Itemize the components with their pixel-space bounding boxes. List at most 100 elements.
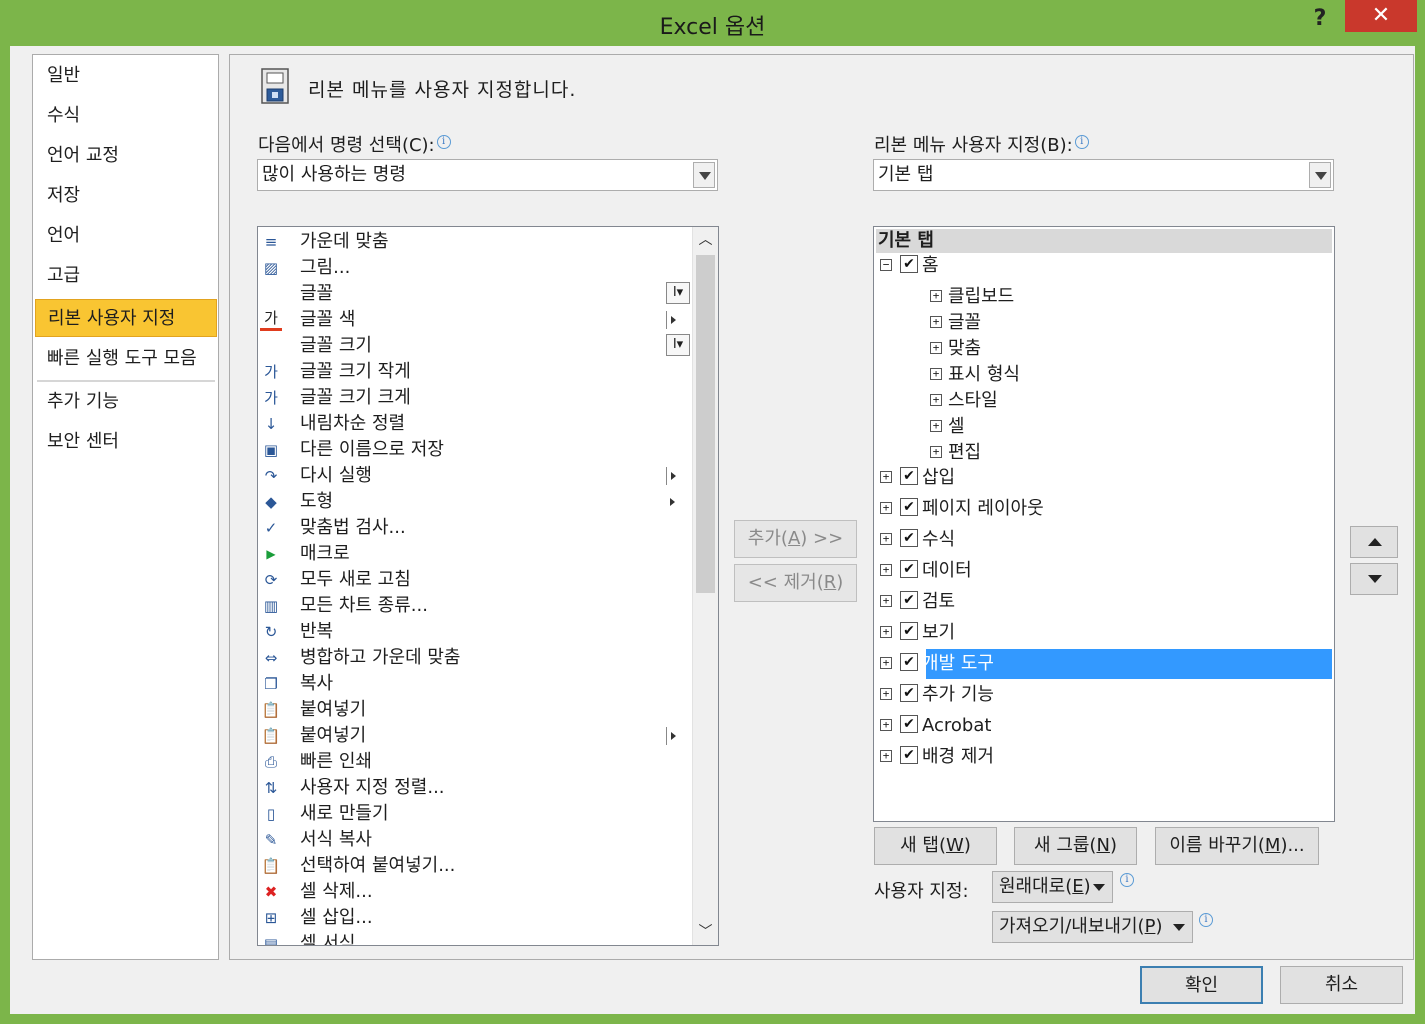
- help-button[interactable]: ?: [1305, 6, 1335, 31]
- checkbox[interactable]: ✔: [900, 746, 918, 764]
- command-item[interactable]: ✖ 셀 삭제...: [258, 879, 690, 905]
- expand-icon[interactable]: +: [930, 394, 942, 406]
- tree-tab[interactable]: + ✔ 개발 도구: [874, 649, 1332, 679]
- expand-icon[interactable]: +: [930, 342, 942, 354]
- command-item[interactable]: ✓ 맞춤법 검사...: [258, 515, 690, 541]
- nav-item-quick-access-toolbar[interactable]: 빠른 실행 도구 모음: [35, 340, 217, 378]
- checkbox[interactable]: ✔: [900, 560, 918, 578]
- checkbox[interactable]: ✔: [900, 498, 918, 516]
- collapse-icon[interactable]: −: [880, 259, 892, 271]
- command-item[interactable]: ⇅ 사용자 지정 정렬...: [258, 775, 690, 801]
- command-item[interactable]: 글꼴 I▾: [258, 281, 690, 307]
- nav-item-advanced[interactable]: 고급: [35, 257, 217, 295]
- tree-tab-home[interactable]: − ✔ 홈: [874, 251, 1332, 281]
- command-item[interactable]: 가 글꼴 색: [258, 307, 690, 333]
- expand-icon[interactable]: +: [880, 719, 892, 731]
- checkbox[interactable]: ✔: [900, 591, 918, 609]
- ribbon-tabs-tree[interactable]: 기본 탭 − ✔ 홈 + 클립보드 + 글꼴 + 맞춤 + 표시 형식 + 스타일 + 셀 + 편집 + ✔ 삽입 + ✔…: [873, 226, 1335, 822]
- command-item[interactable]: ❐ 복사: [258, 671, 690, 697]
- move-down-button[interactable]: [1350, 563, 1398, 595]
- new-group-button[interactable]: 새 그룹(N): [1014, 827, 1137, 865]
- command-item[interactable]: ⇔ 병합하고 가운데 맞춤: [258, 645, 690, 671]
- checkbox[interactable]: ✔: [900, 622, 918, 640]
- command-item[interactable]: ◆ 도형: [258, 489, 690, 515]
- command-item[interactable]: 📋 붙여넣기: [258, 697, 690, 723]
- command-item[interactable]: 📋 붙여넣기: [258, 723, 690, 749]
- tree-tab[interactable]: + ✔ 배경 제거: [874, 742, 1332, 772]
- checkbox[interactable]: ✔: [900, 715, 918, 733]
- info-icon[interactable]: i: [1120, 873, 1134, 887]
- info-icon[interactable]: i: [436, 135, 451, 149]
- nav-item-save[interactable]: 저장: [35, 177, 217, 215]
- checkbox[interactable]: ✔: [900, 255, 918, 273]
- tree-tab[interactable]: + ✔ 수식: [874, 525, 1332, 555]
- nav-item-proofing[interactable]: 언어 교정: [35, 137, 217, 175]
- nav-item-formulas[interactable]: 수식: [35, 97, 217, 135]
- info-icon[interactable]: i: [1074, 135, 1089, 149]
- add-button[interactable]: 추가(A) >>: [734, 520, 857, 558]
- command-item[interactable]: ≡ 가운데 맞춤: [258, 229, 690, 255]
- move-up-button[interactable]: [1350, 526, 1398, 558]
- expand-icon[interactable]: +: [930, 446, 942, 458]
- expand-icon[interactable]: +: [930, 316, 942, 328]
- checkbox[interactable]: ✔: [900, 653, 918, 671]
- nav-item-add-ins[interactable]: 추가 기능: [35, 383, 217, 421]
- tree-tab[interactable]: + ✔ 추가 기능: [874, 680, 1332, 710]
- expand-icon[interactable]: +: [880, 657, 892, 669]
- expand-icon[interactable]: +: [930, 420, 942, 432]
- choose-commands-combo[interactable]: 많이 사용하는 명령: [257, 159, 718, 191]
- expand-icon[interactable]: +: [880, 750, 892, 762]
- tree-tab[interactable]: + ✔ 보기: [874, 618, 1332, 648]
- chevron-down-icon[interactable]: [1309, 162, 1331, 188]
- expand-icon[interactable]: +: [880, 533, 892, 545]
- checkbox[interactable]: ✔: [900, 467, 918, 485]
- command-item[interactable]: ▶ 매크로: [258, 541, 690, 567]
- cancel-button[interactable]: 취소: [1280, 966, 1403, 1004]
- import-export-dropdown[interactable]: 가져오기/내보내기(P): [992, 911, 1193, 943]
- scroll-thumb[interactable]: [696, 255, 715, 593]
- nav-item-trust-center[interactable]: 보안 센터: [35, 423, 217, 461]
- nav-item-general[interactable]: 일반: [35, 57, 217, 95]
- customize-ribbon-combo[interactable]: 기본 탭: [873, 159, 1334, 191]
- expand-icon[interactable]: +: [930, 290, 942, 302]
- nav-item-customize-ribbon[interactable]: 리본 사용자 지정: [35, 299, 217, 337]
- command-item[interactable]: ▨ 그림...: [258, 255, 690, 281]
- ok-button[interactable]: 확인: [1140, 966, 1263, 1004]
- commands-list[interactable]: ≡ 가운데 맞춤 ▨ 그림... 글꼴 I▾ 가 글꼴 색 글꼴 크기 I▾ 가 글꼴 크기 작게 가 글…: [257, 226, 719, 946]
- command-item[interactable]: ▤ 셀 서식...: [258, 931, 690, 945]
- expand-icon[interactable]: +: [880, 688, 892, 700]
- nav-item-language[interactable]: 언어: [35, 217, 217, 255]
- rename-button[interactable]: 이름 바꾸기(M)...: [1155, 827, 1319, 865]
- scroll-up-icon[interactable]: ︿: [693, 227, 718, 253]
- command-item[interactable]: ↻ 반복: [258, 619, 690, 645]
- command-item[interactable]: ▣ 다른 이름으로 저장: [258, 437, 690, 463]
- command-item[interactable]: ▥ 모든 차트 종류...: [258, 593, 690, 619]
- command-item[interactable]: 가 글꼴 크기 작게: [258, 359, 690, 385]
- remove-button[interactable]: << 제거(R): [734, 564, 857, 602]
- expand-icon[interactable]: +: [880, 626, 892, 638]
- command-item[interactable]: ✎ 서식 복사: [258, 827, 690, 853]
- expand-icon[interactable]: +: [880, 564, 892, 576]
- expand-icon[interactable]: +: [930, 368, 942, 380]
- commands-scrollbar[interactable]: ︿ ﹀: [692, 227, 718, 945]
- command-item[interactable]: ↓ 내림차순 정렬: [258, 411, 690, 437]
- reset-dropdown[interactable]: 원래대로(E): [992, 871, 1113, 903]
- command-item[interactable]: 글꼴 크기 I▾: [258, 333, 690, 359]
- expand-icon[interactable]: +: [880, 502, 892, 514]
- tree-tab[interactable]: + ✔ 페이지 레이아웃: [874, 494, 1332, 524]
- command-item[interactable]: ↷ 다시 실행: [258, 463, 690, 489]
- command-item[interactable]: ⟳ 모두 새로 고침: [258, 567, 690, 593]
- command-item[interactable]: ⊞ 셀 삽입...: [258, 905, 690, 931]
- command-item[interactable]: 가 글꼴 크기 크게: [258, 385, 690, 411]
- scroll-down-icon[interactable]: ﹀: [693, 919, 718, 945]
- checkbox[interactable]: ✔: [900, 684, 918, 702]
- new-tab-button[interactable]: 새 탭(W): [874, 827, 997, 865]
- info-icon[interactable]: i: [1199, 913, 1213, 927]
- tree-tab[interactable]: + ✔ 검토: [874, 587, 1332, 617]
- tree-tab[interactable]: + ✔ 삽입: [874, 463, 1332, 493]
- command-item[interactable]: ⎙ 빠른 인쇄: [258, 749, 690, 775]
- chevron-down-icon[interactable]: [693, 162, 715, 188]
- command-item[interactable]: ▯ 새로 만들기: [258, 801, 690, 827]
- expand-icon[interactable]: +: [880, 471, 892, 483]
- tree-tab[interactable]: + ✔ 데이터: [874, 556, 1332, 586]
